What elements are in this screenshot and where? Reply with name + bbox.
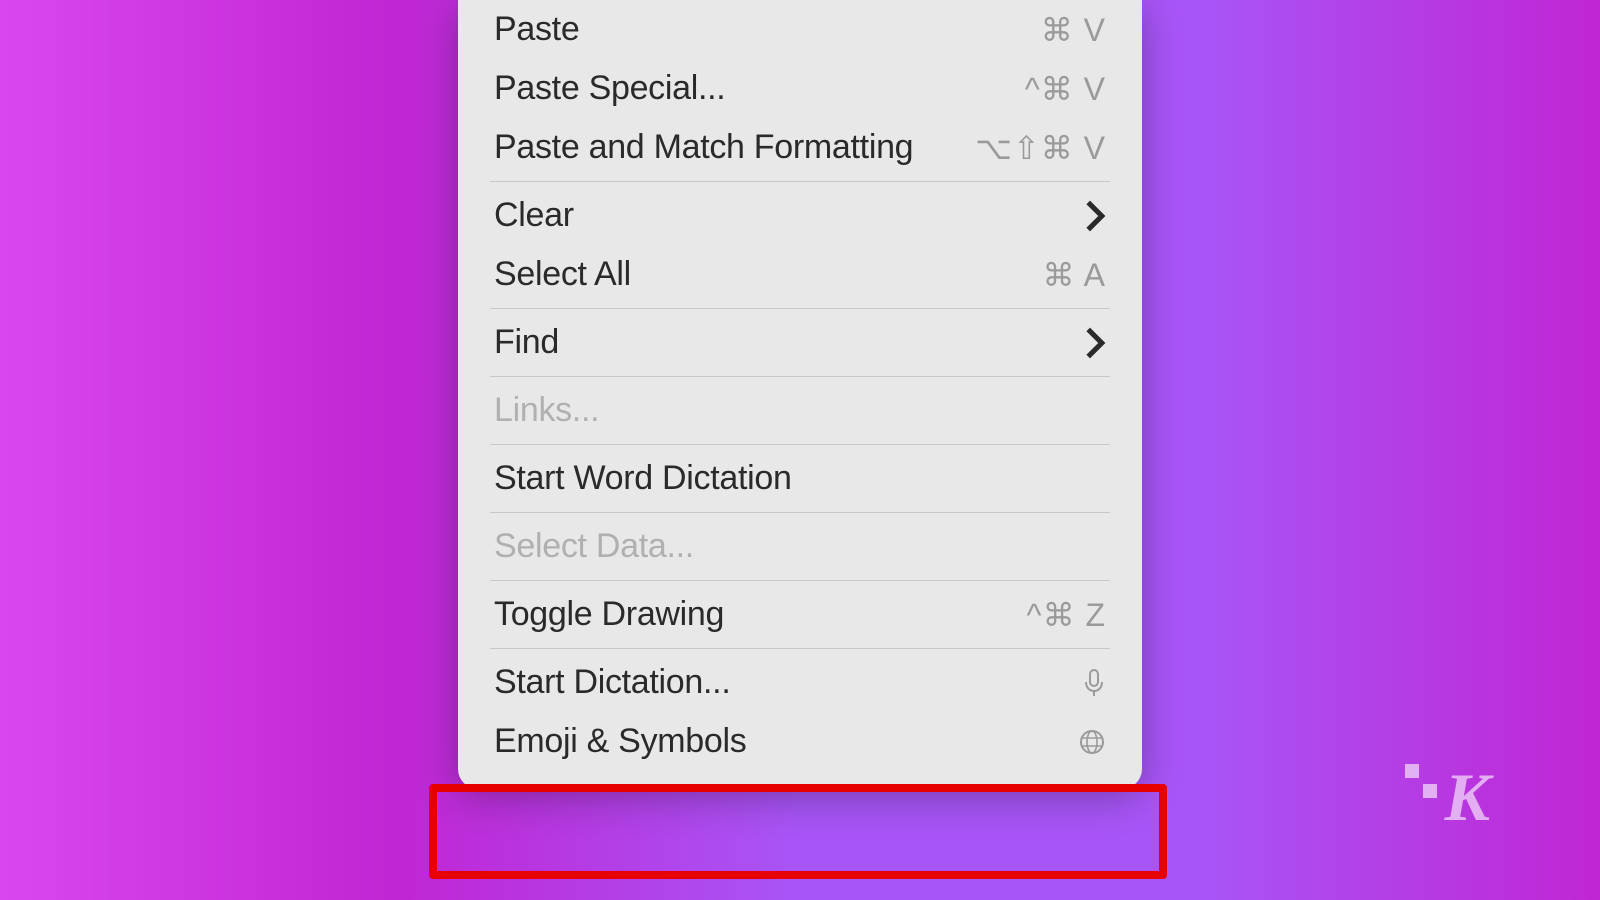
menu-item-clear[interactable]: Clear — [458, 186, 1142, 245]
menu-item-select-all[interactable]: Select All ⌘ A — [458, 245, 1142, 304]
menu-label: Paste — [494, 10, 579, 49]
chevron-right-icon — [1084, 199, 1106, 233]
menu-item-start-dictation[interactable]: Start Dictation... — [458, 653, 1142, 712]
menu-label: Start Dictation... — [494, 663, 730, 702]
menu-label: Select Data... — [494, 527, 694, 566]
menu-divider — [490, 376, 1110, 377]
menu-label: Clear — [494, 196, 574, 235]
menu-item-paste-special[interactable]: Paste Special... ^⌘ V — [458, 59, 1142, 118]
menu-divider — [490, 580, 1110, 581]
menu-label: Toggle Drawing — [494, 595, 724, 634]
menu-label: Links... — [494, 391, 599, 430]
edit-menu: Paste ⌘ V Paste Special... ^⌘ V Paste an… — [458, 0, 1142, 789]
menu-item-emoji-symbols[interactable]: Emoji & Symbols — [458, 712, 1142, 789]
menu-label: Start Word Dictation — [494, 459, 792, 498]
menu-divider — [490, 308, 1110, 309]
logo-dots-icon — [1405, 764, 1437, 798]
menu-item-find[interactable]: Find — [458, 313, 1142, 372]
menu-divider — [490, 512, 1110, 513]
shortcut-text: ^⌘ V — [1025, 70, 1106, 108]
menu-item-paste[interactable]: Paste ⌘ V — [458, 0, 1142, 59]
menu-label: Paste and Match Formatting — [494, 128, 913, 167]
menu-divider — [490, 181, 1110, 182]
logo-letter: K — [1445, 758, 1490, 837]
shortcut-text: ^⌘ Z — [1027, 596, 1106, 634]
chevron-right-icon — [1084, 326, 1106, 360]
shortcut-text: ⌘ V — [1041, 11, 1106, 49]
menu-item-select-data: Select Data... — [458, 517, 1142, 576]
menu-label: Emoji & Symbols — [494, 722, 746, 761]
menu-divider — [490, 648, 1110, 649]
watermark-logo: K — [1405, 758, 1490, 837]
shortcut-text: ⌥⇧⌘ V — [975, 129, 1106, 167]
menu-label: Select All — [494, 255, 631, 294]
menu-label: Paste Special... — [494, 69, 725, 108]
globe-icon — [1078, 728, 1106, 756]
menu-item-paste-match-formatting[interactable]: Paste and Match Formatting ⌥⇧⌘ V — [458, 118, 1142, 177]
microphone-icon — [1082, 668, 1106, 698]
shortcut-text: ⌘ A — [1043, 256, 1106, 294]
menu-item-toggle-drawing[interactable]: Toggle Drawing ^⌘ Z — [458, 585, 1142, 644]
menu-divider — [490, 444, 1110, 445]
menu-item-start-word-dictation[interactable]: Start Word Dictation — [458, 449, 1142, 508]
annotation-highlight — [429, 784, 1167, 879]
menu-label: Find — [494, 323, 559, 362]
menu-item-links: Links... — [458, 381, 1142, 440]
